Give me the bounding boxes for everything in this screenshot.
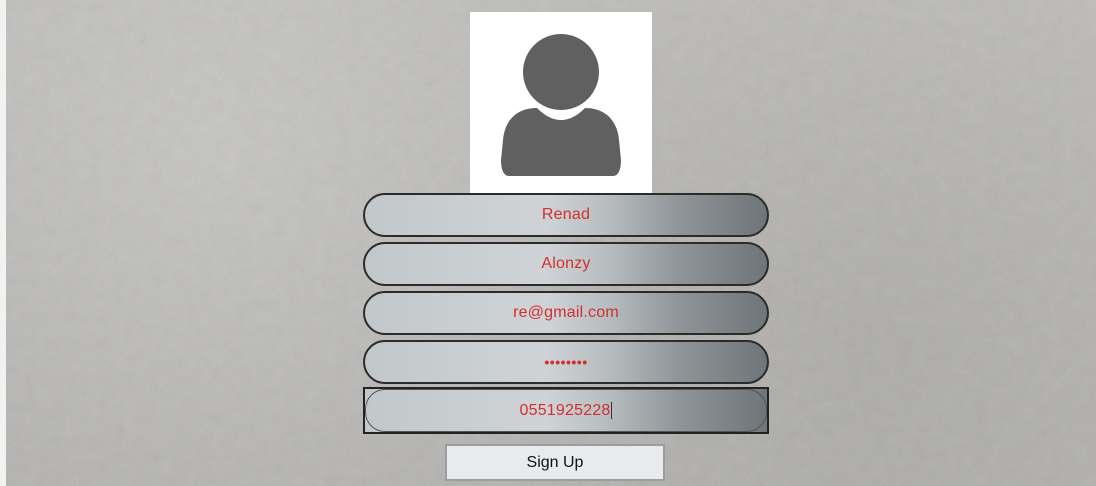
- email-input[interactable]: re@gmail.com: [363, 291, 769, 335]
- phone-input[interactable]: 0551925228: [363, 387, 769, 434]
- page-edge: [0, 0, 6, 486]
- signup-button[interactable]: Sign Up: [445, 444, 665, 481]
- phone-value-wrap: 0551925228: [520, 402, 613, 420]
- first-name-input[interactable]: Renad: [363, 193, 769, 237]
- password-value: ••••••••: [544, 354, 588, 370]
- profile-avatar: [470, 12, 652, 194]
- first-name-value: Renad: [541, 206, 591, 223]
- email-value: re@gmail.com: [513, 304, 619, 321]
- user-silhouette-icon: [501, 34, 621, 176]
- last-name-input[interactable]: Alonzy: [363, 242, 769, 286]
- last-name-value: Alonzy: [541, 255, 591, 272]
- password-input[interactable]: ••••••••: [363, 340, 769, 384]
- text-caret: [611, 401, 613, 419]
- phone-value: 0551925228: [519, 401, 611, 419]
